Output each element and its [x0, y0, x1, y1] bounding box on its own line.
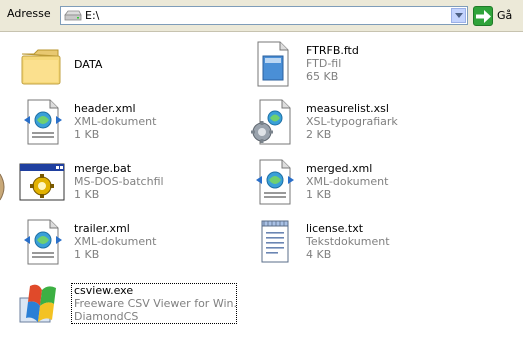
file-name: csview.exe — [74, 284, 134, 297]
file-name: DATA — [74, 58, 103, 71]
file-type: FTD-fil — [306, 57, 342, 70]
file-name: measurelist.xsl — [306, 102, 389, 115]
drive-icon — [64, 10, 82, 21]
window-edge-fragment — [0, 173, 5, 201]
batch-file-icon — [18, 158, 66, 206]
file-type: MS-DOS-batchfil — [74, 175, 164, 188]
address-bar: Adresse E:\ Gå — [0, 0, 523, 32]
file-type: XML-dokument — [74, 235, 157, 248]
file-item-header-xml[interactable]: header.xml XML-dokument 1 KB — [18, 98, 246, 148]
address-value: E:\ — [85, 9, 100, 22]
file-type: Tekstdokument — [306, 235, 390, 248]
xsl-file-icon — [250, 98, 298, 146]
file-type: XML-dokument — [74, 115, 157, 128]
xml-file-icon — [18, 98, 66, 146]
text-file-icon — [250, 218, 298, 266]
file-size: 1 KB — [74, 128, 100, 141]
file-item-trailer-xml[interactable]: trailer.xml XML-dokument 1 KB — [18, 218, 246, 268]
file-size: 65 KB — [306, 70, 339, 83]
file-item-ftrfb[interactable]: FTRFB.ftd FTD-fil 65 KB — [250, 40, 478, 90]
file-item-merge-bat[interactable]: merge.bat MS-DOS-batchfil 1 KB — [18, 158, 246, 208]
file-name: FTRFB.ftd — [306, 44, 359, 57]
file-type: Freeware CSV Viewer for Win... — [74, 297, 237, 310]
file-name: merge.bat — [74, 162, 132, 175]
file-size: 1 KB — [74, 248, 100, 261]
address-dropdown-button[interactable] — [451, 8, 466, 23]
file-type: XML-dokument — [306, 175, 389, 188]
file-size: 1 KB — [74, 188, 100, 201]
go-arrow-icon — [473, 6, 493, 26]
file-size: 1 KB — [306, 188, 332, 201]
file-list-pane: DATA FTRFB.ftd FTD-fil 65 KB header.xml … — [0, 32, 523, 347]
csview-app-icon — [18, 280, 66, 328]
go-button[interactable]: Gå — [473, 6, 521, 26]
file-item-data[interactable]: DATA — [18, 42, 246, 92]
go-label: Gå — [497, 9, 513, 22]
file-name: merged.xml — [306, 162, 373, 175]
ftd-file-icon — [250, 40, 298, 88]
file-type: XSL-typografiark — [306, 115, 398, 128]
file-name: trailer.xml — [74, 222, 130, 235]
file-size: 2 KB — [306, 128, 332, 141]
address-input[interactable]: E:\ — [60, 6, 468, 25]
file-company: DiamondCS — [74, 310, 139, 323]
address-label: Adresse — [7, 7, 51, 20]
xml-file-icon — [250, 158, 298, 206]
file-item-license-txt[interactable]: license.txt Tekstdokument 4 KB — [250, 218, 478, 268]
file-size: 4 KB — [306, 248, 332, 261]
file-item-measurelist-xsl[interactable]: measurelist.xsl XSL-typografiark 2 KB — [250, 98, 478, 148]
file-item-csview-exe[interactable]: csview.exe Freeware CSV Viewer for Win..… — [18, 280, 246, 330]
file-item-merged-xml[interactable]: merged.xml XML-dokument 1 KB — [250, 158, 478, 208]
folder-icon — [18, 42, 66, 90]
chevron-down-icon — [455, 13, 463, 18]
file-name: header.xml — [74, 102, 136, 115]
xml-file-icon — [18, 218, 66, 266]
file-name: license.txt — [306, 222, 364, 235]
